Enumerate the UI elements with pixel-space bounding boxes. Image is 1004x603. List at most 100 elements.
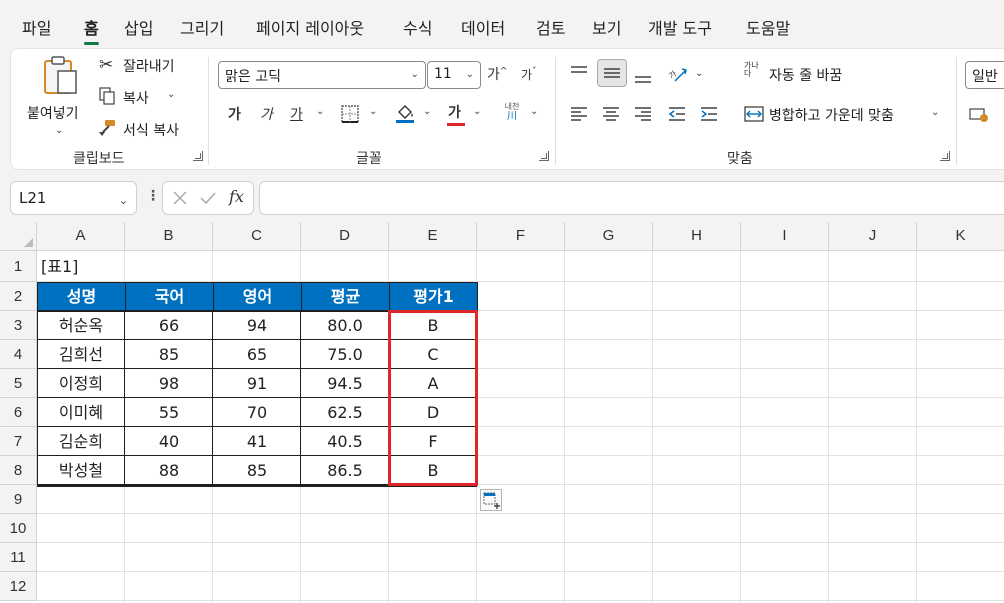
table-header-cell[interactable]: 국어 (125, 282, 214, 312)
select-all-corner[interactable] (0, 222, 37, 251)
row-header-7[interactable]: 7 (0, 427, 37, 456)
table-cell[interactable]: 80.0 (301, 311, 389, 340)
table-cell[interactable]: 김순희 (37, 427, 125, 456)
row-header-11[interactable]: 11 (0, 543, 37, 572)
table-cell[interactable]: 박성철 (37, 456, 125, 485)
tab-view[interactable]: 보기 (592, 15, 621, 39)
alignment-launcher-icon[interactable] (940, 151, 950, 161)
font-name-select[interactable]: 맑은 고딕 ⌄ (218, 61, 426, 89)
align-bottom-icon[interactable] (633, 69, 653, 85)
table-header-cell[interactable]: 성명 (37, 282, 126, 312)
table-cell[interactable]: 66 (125, 311, 213, 340)
column-header-d[interactable]: D (301, 222, 389, 251)
table-cell[interactable]: 65 (213, 340, 301, 369)
table-cell[interactable]: 88 (125, 456, 213, 485)
underline-button[interactable]: 가 (290, 104, 303, 124)
column-header-j[interactable]: J (829, 222, 917, 251)
table-cell[interactable]: 75.0 (301, 340, 389, 369)
bold-button[interactable]: 가 (228, 104, 241, 124)
align-left-icon[interactable] (569, 105, 589, 123)
tab-formulas[interactable]: 수식 (403, 15, 432, 39)
table-cell[interactable]: 98 (125, 369, 213, 398)
more-options-icon[interactable]: ⋮ (146, 188, 160, 204)
shrink-font-button[interactable]: 가ˇ (521, 66, 537, 83)
column-header-k[interactable]: K (917, 222, 1004, 251)
column-header-g[interactable]: G (565, 222, 653, 251)
tab-review[interactable]: 검토 (536, 15, 565, 39)
tab-help[interactable]: 도움말 (746, 15, 790, 39)
row-header-10[interactable]: 10 (0, 514, 37, 543)
cancel-icon[interactable] (172, 190, 188, 206)
column-header-h[interactable]: H (653, 222, 741, 251)
tab-developer[interactable]: 개발 도구 (648, 15, 712, 39)
column-header-e[interactable]: E (389, 222, 477, 251)
increase-indent-icon[interactable] (699, 105, 719, 123)
table-cell[interactable]: 62.5 (301, 398, 389, 427)
row-header-3[interactable]: 3 (0, 311, 37, 340)
tab-file[interactable]: 파일 (22, 15, 51, 39)
decrease-indent-icon[interactable] (667, 105, 687, 123)
underline-dropdown-icon[interactable]: ⌄ (316, 106, 324, 117)
row-header-5[interactable]: 5 (0, 369, 37, 398)
table-header-cell[interactable]: 영어 (213, 282, 302, 312)
tab-draw[interactable]: 그리기 (180, 15, 224, 39)
format-painter-button[interactable]: 서식 복사 (123, 120, 179, 140)
table-cell[interactable]: 이정희 (37, 369, 125, 398)
insert-function-icon[interactable]: fx (229, 187, 244, 206)
table-cell[interactable]: 41 (213, 427, 301, 456)
border-icon[interactable] (341, 105, 359, 123)
fill-color-icon[interactable] (394, 102, 416, 124)
cut-button[interactable]: 잘라내기 (123, 56, 175, 76)
font-launcher-icon[interactable] (539, 151, 549, 161)
copy-button[interactable]: 복사 (123, 88, 149, 108)
align-top-icon[interactable] (569, 65, 589, 81)
column-header-b[interactable]: B (125, 222, 213, 251)
table-cell[interactable]: 40 (125, 427, 213, 456)
column-header-f[interactable]: F (477, 222, 565, 251)
table-cell[interactable]: 85 (125, 340, 213, 369)
table-cell[interactable]: 94 (213, 311, 301, 340)
spreadsheet-grid[interactable]: A B C D E F G H I J K 1 2 3 4 5 6 7 8 9 10 11 12 [표1] 성명 국어 영어 평균 평가… (0, 222, 1004, 603)
font-color-dropdown-icon[interactable]: ⌄ (473, 106, 481, 117)
clipboard-launcher-icon[interactable] (193, 151, 203, 161)
merge-dropdown-icon[interactable]: ⌄ (931, 107, 939, 118)
wrap-text-button[interactable]: 자동 줄 바꿈 (769, 65, 842, 85)
orientation-dropdown-icon[interactable]: ⌄ (695, 68, 703, 79)
table-cell[interactable]: 91 (213, 369, 301, 398)
row-header-4[interactable]: 4 (0, 340, 37, 369)
column-header-a[interactable]: A (37, 222, 125, 251)
border-dropdown-icon[interactable]: ⌄ (369, 106, 377, 117)
table-cell[interactable]: 허순옥 (37, 311, 125, 340)
row-header-1[interactable]: 1 (0, 251, 37, 282)
tab-insert[interactable]: 삽입 (124, 15, 153, 39)
name-box[interactable]: L21 ⌄ (10, 181, 137, 215)
table-cell[interactable]: 55 (125, 398, 213, 427)
row-header-2[interactable]: 2 (0, 282, 37, 311)
tab-page-layout[interactable]: 페이지 레이아웃 (256, 15, 364, 39)
table-cell[interactable]: 70 (213, 398, 301, 427)
number-format-select[interactable]: 일반 (965, 61, 1004, 89)
table-cell[interactable]: 이미혜 (37, 398, 125, 427)
column-header-c[interactable]: C (213, 222, 301, 251)
row-header-12[interactable]: 12 (0, 572, 37, 601)
font-color-button[interactable]: 가 (447, 102, 465, 126)
enter-icon[interactable] (199, 190, 217, 206)
align-middle-button[interactable] (597, 59, 627, 87)
table-header-cell[interactable]: 평가1 (389, 282, 478, 312)
table-cell[interactable]: 85 (213, 456, 301, 485)
italic-button[interactable]: 가 (260, 104, 273, 124)
tab-data[interactable]: 데이터 (461, 15, 505, 39)
quick-analysis-icon[interactable] (480, 489, 502, 511)
currency-format-icon[interactable] (969, 106, 991, 124)
row-header-6[interactable]: 6 (0, 398, 37, 427)
copy-dropdown-icon[interactable]: ⌄ (167, 89, 175, 100)
grow-font-button[interactable]: 가^ (487, 64, 507, 84)
phonetic-dropdown-icon[interactable]: ⌄ (530, 106, 538, 117)
align-center-icon[interactable] (601, 105, 621, 123)
orientation-icon[interactable]: 가 (667, 64, 689, 84)
fill-color-dropdown-icon[interactable]: ⌄ (423, 106, 431, 117)
paste-button[interactable]: 붙여넣기 ⌄ (23, 55, 89, 136)
formula-input[interactable] (259, 181, 1004, 215)
tab-home[interactable]: 홈 (84, 15, 99, 45)
merge-center-button[interactable]: 병합하고 가운데 맞춤 (769, 105, 894, 125)
